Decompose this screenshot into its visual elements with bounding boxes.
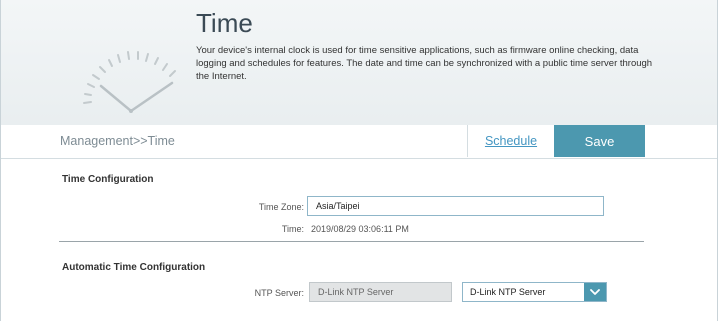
time-label: Time: [281,224,304,234]
ntp-server-select-value: D-Link NTP Server [470,287,546,297]
ntp-server-input [309,282,452,302]
ntp-server-select[interactable]: D-Link NTP Server [462,282,607,302]
time-configuration-title: Time Configuration [62,174,154,185]
ntp-server-label: NTP Server: [254,288,304,298]
time-zone-input[interactable] [307,196,604,216]
time-value: 2019/08/29 03:06:11 PM [311,224,409,234]
time-zone-label: Time Zone: [258,202,304,212]
save-button[interactable]: Save [554,125,645,157]
chevron-down-icon[interactable] [584,283,606,301]
page-description: Your device's internal clock is used for… [196,45,653,82]
page-header: Time Your device's internal clock is use… [1,0,717,126]
section-divider [59,241,644,242]
schedule-link[interactable]: Schedule [485,134,537,148]
action-bar: Management>>Time Schedule Save [1,125,717,159]
clock-gauge-icon [83,51,176,113]
breadcrumb: Management>>Time [60,134,175,148]
schedule-tab: Schedule [467,125,554,157]
page-title: Time [196,8,253,38]
automatic-time-configuration-title: Automatic Time Configuration [62,262,206,273]
